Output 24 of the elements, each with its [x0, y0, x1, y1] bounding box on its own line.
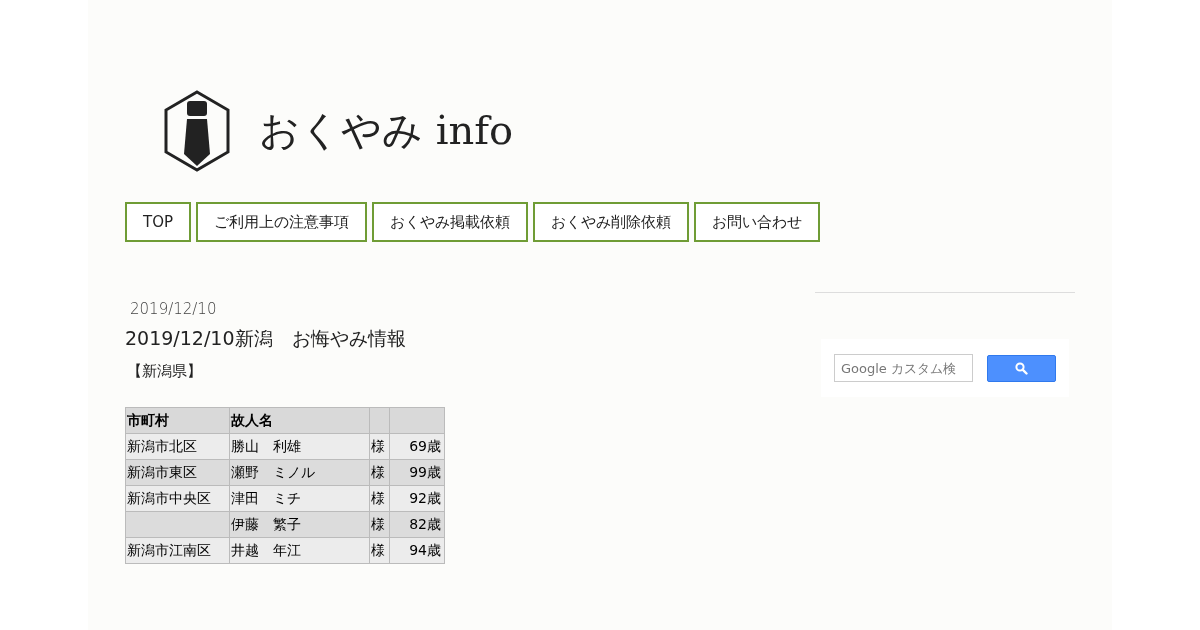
search-field[interactable]: Google カスタム検	[834, 354, 973, 382]
site-logo-text: おくやみ info	[259, 106, 514, 155]
table-cell: 伊藤 繁子	[229, 511, 370, 538]
nav-link[interactable]: ご利用上の注意事項	[196, 202, 367, 242]
column-header: 市町村	[125, 407, 230, 434]
table-cell: 新潟市北区	[125, 433, 230, 460]
table-cell: 津田 ミチ	[229, 485, 370, 512]
post-date: 2019/12/10	[130, 300, 218, 318]
search-button[interactable]	[987, 354, 1056, 382]
nav-link[interactable]: おくやみ掲載依頼	[372, 202, 528, 242]
table-cell: 井越 年江	[229, 537, 370, 564]
table-cell: 新潟市中央区	[125, 485, 230, 512]
table-cell: 新潟市江南区	[125, 537, 230, 564]
nav-link[interactable]: TOP	[125, 202, 191, 242]
column-header: 故人名	[229, 407, 370, 434]
tie-hexagon-logo-icon	[163, 89, 231, 172]
table-cell: 新潟市東区	[125, 459, 230, 486]
nav-link[interactable]: おくやみ削除依頼	[533, 202, 689, 242]
table-cell: 瀬野 ミノル	[229, 459, 370, 486]
search-icon	[1015, 361, 1028, 375]
table-cell: 勝山 利雄	[229, 433, 370, 460]
post-title[interactable]: 2019/12/10新潟 お悔やみ情報	[125, 326, 815, 352]
nav-link[interactable]: お問い合わせ	[694, 202, 820, 242]
region-heading: 【新潟県】	[127, 362, 203, 381]
